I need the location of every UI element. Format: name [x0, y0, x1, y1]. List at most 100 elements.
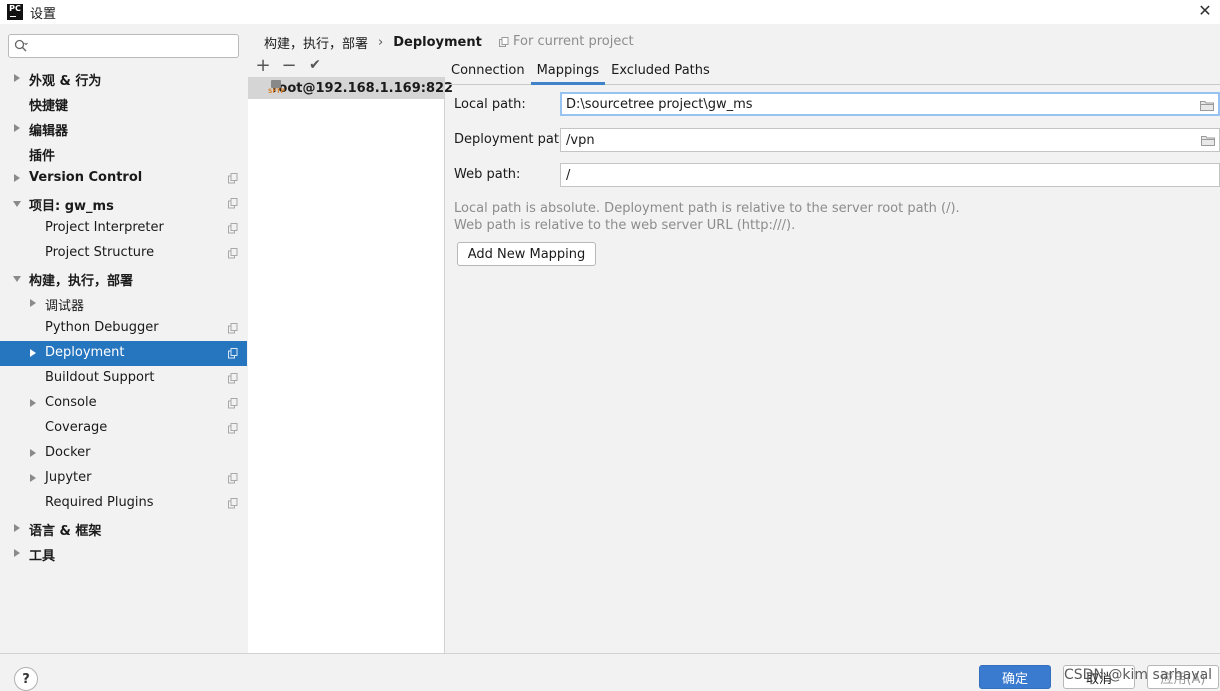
sidebar-item-docker[interactable]: Docker [0, 441, 247, 466]
sidebar-item-coverage[interactable]: Coverage [0, 416, 247, 441]
sidebar-item-item-0[interactable]: 外观 & 行为 [0, 66, 247, 91]
expand-arrow-right-icon[interactable] [14, 549, 20, 557]
search-box[interactable] [8, 34, 239, 58]
ok-button[interactable]: 确定 [979, 665, 1051, 689]
project-level-icon [228, 223, 238, 234]
copy-icon [499, 36, 509, 47]
web-path-value: / [566, 167, 571, 183]
sidebar-item-label: 插件 [29, 149, 56, 164]
sidebar-item-item-2[interactable]: 编辑器 [0, 116, 247, 141]
sidebar-item-label: Project Interpreter [45, 220, 164, 235]
sidebar-item-item-3[interactable]: 插件 [0, 141, 247, 166]
server-item-label: root@192.168.1.169:822 [272, 80, 454, 96]
remove-server-button[interactable]: − [276, 55, 302, 76]
search-icon [14, 39, 28, 52]
sidebar-item-item-1[interactable]: 快捷键 [0, 91, 247, 116]
project-level-icon [228, 323, 238, 334]
mapping-hint-line1: Local path is absolute. Deployment path … [454, 201, 960, 216]
server-item[interactable]: SFTP root@192.168.1.169:822 [248, 77, 453, 99]
sidebar-item-label: Buildout Support [45, 370, 155, 385]
tab-connection[interactable]: Connection [445, 56, 531, 84]
project-scope: For current project [499, 34, 634, 49]
sidebar-item-version-control[interactable]: Version Control [0, 166, 247, 191]
sidebar-item-label: Version Control [29, 170, 143, 185]
deployment-path-value: /vpn [566, 132, 595, 148]
sidebar-item-item-8[interactable]: 构建，执行，部署 [0, 266, 247, 291]
deployment-path-field[interactable]: /vpn [560, 128, 1220, 152]
sidebar-item-console[interactable]: Console [0, 391, 247, 416]
sidebar-item-required-plugins[interactable]: Required Plugins [0, 491, 247, 516]
watermark: CSDN @kim sarhaval [1064, 667, 1213, 683]
sidebar-item-deployment[interactable]: Deployment [0, 341, 247, 366]
expand-arrow-right-icon[interactable] [30, 299, 36, 307]
sidebar-item-item-19[interactable]: 工具 [0, 541, 247, 566]
app-logo-icon: PC [7, 4, 23, 20]
project-level-icon [228, 248, 238, 259]
sidebar-item-label: Coverage [45, 420, 108, 435]
breadcrumb-current: Deployment [393, 34, 482, 50]
tab-excluded-paths[interactable]: Excluded Paths [605, 56, 716, 84]
server-toolbar: + − ✔ [250, 54, 328, 76]
server-list: SFTP root@192.168.1.169:822 [248, 77, 453, 653]
sidebar-item-label: Python Debugger [45, 320, 159, 335]
expand-arrow-right-icon[interactable] [30, 449, 36, 457]
breadcrumb: 构建，执行，部署 › Deployment [264, 33, 482, 52]
local-path-field[interactable]: D:\sourcetree project\gw_ms [560, 92, 1220, 116]
sidebar-item-jupyter[interactable]: Jupyter [0, 466, 247, 491]
folder-icon[interactable] [1200, 100, 1214, 111]
web-path-label: Web path: [454, 167, 521, 182]
expand-arrow-right-icon[interactable] [30, 399, 36, 407]
project-scope-label: For current project [513, 34, 634, 49]
expand-arrow-right-icon[interactable] [14, 74, 20, 82]
deployment-path-label: Deployment path: [454, 132, 572, 147]
sidebar-item-project-structure[interactable]: Project Structure [0, 241, 247, 266]
add-new-mapping-button[interactable]: Add New Mapping [457, 242, 596, 266]
sidebar-item-label: 构建，执行，部署 [29, 274, 134, 289]
sidebar-item-item-18[interactable]: 语言 & 框架 [0, 516, 247, 541]
tab-mappings[interactable]: Mappings [530, 56, 606, 85]
project-level-icon [228, 173, 238, 184]
settings-sidebar: 外观 & 行为快捷键 编辑器插件 Version Control 项目: gw_ms P… [0, 24, 247, 653]
sidebar-item-gw-ms[interactable]: 项目: gw_ms [0, 191, 247, 216]
project-level-icon [228, 398, 238, 409]
sidebar-item-project-interpreter[interactable]: Project Interpreter [0, 216, 247, 241]
mapping-hint-line2: Web path is relative to the web server U… [454, 218, 796, 233]
window-title: 设置 [30, 6, 57, 22]
expand-arrow-down-icon[interactable] [13, 276, 21, 282]
set-default-button[interactable]: ✔ [302, 55, 328, 75]
project-level-icon [228, 423, 238, 434]
app-logo-text: PC [9, 4, 21, 13]
expand-arrow-right-icon[interactable] [30, 474, 36, 482]
web-path-field[interactable]: / [560, 163, 1220, 187]
local-path-label: Local path: [454, 97, 526, 112]
project-level-icon [228, 498, 238, 509]
add-server-button[interactable]: + [250, 55, 276, 76]
expand-arrow-right-icon[interactable] [30, 349, 36, 357]
help-button[interactable]: ? [14, 667, 38, 691]
sidebar-item-item-9[interactable]: 调试器 [0, 291, 247, 316]
check-icon: ✔ [309, 57, 321, 73]
sidebar-item-label: 外观 & 行为 [29, 74, 102, 89]
sidebar-item-python-debugger[interactable]: Python Debugger [0, 316, 247, 341]
sidebar-item-label: Project Structure [45, 245, 155, 260]
sidebar-item-label: 项目: gw_ms [29, 199, 114, 214]
sidebar-item-label: Console [45, 395, 97, 410]
expand-arrow-right-icon[interactable] [14, 124, 20, 132]
breadcrumb-separator: › [378, 34, 384, 50]
sidebar-item-label: Required Plugins [45, 495, 154, 510]
sidebar-item-label: Deployment [45, 345, 125, 360]
breadcrumb-parent[interactable]: 构建，执行，部署 [264, 33, 368, 52]
sidebar-item-buildout-support[interactable]: Buildout Support [0, 366, 247, 391]
close-icon[interactable]: ✕ [1197, 3, 1213, 19]
project-level-icon [228, 473, 238, 484]
folder-icon[interactable] [1201, 135, 1215, 146]
expand-arrow-down-icon[interactable] [13, 201, 21, 207]
sidebar-item-label: 工具 [29, 549, 56, 564]
expand-arrow-right-icon[interactable] [14, 174, 20, 182]
expand-arrow-right-icon[interactable] [14, 524, 20, 532]
settings-tree: 外观 & 行为快捷键 编辑器插件 Version Control 项目: gw_ms P… [0, 66, 247, 566]
search-input[interactable] [35, 37, 235, 55]
project-level-icon [228, 198, 238, 209]
project-level-icon [228, 373, 238, 384]
sidebar-item-label: 调试器 [45, 299, 85, 314]
